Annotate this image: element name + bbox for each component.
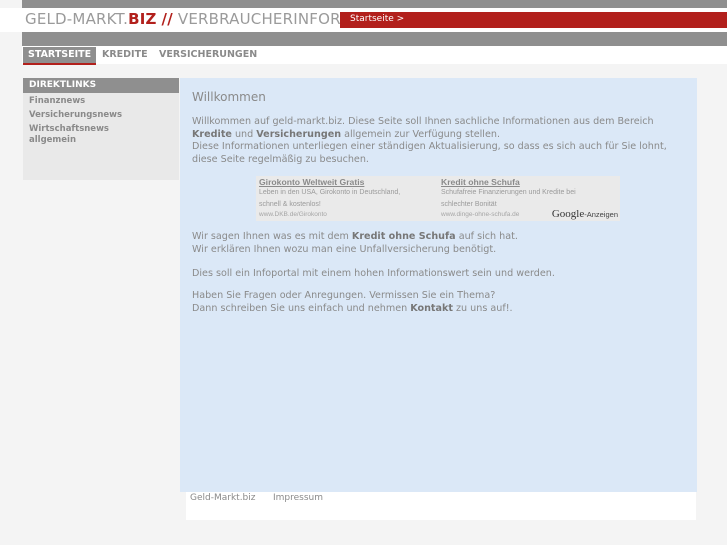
versicherungen-link[interactable]: Versicherungen [256, 129, 341, 140]
google-ads-box: Girokonto Weltweit Gratis Leben in den U… [256, 176, 620, 221]
footer: Geld-Markt.biz Impressum [186, 492, 696, 520]
p2-line-1-pre: Wir sagen Ihnen was es mit dem [192, 231, 352, 242]
top-gray-band [22, 0, 727, 8]
paragraph-4: Haben Sie Fragen oder Anregungen. Vermis… [192, 290, 513, 315]
sidebar: DIREKTLINKS Finanznews Versicherungsnews… [23, 78, 179, 180]
intro-line-3: Diese Informationen unterliegen einer st… [192, 141, 667, 153]
main-nav: STARTSEITE KREDITE VERSICHERUNGEN [22, 46, 727, 65]
main-content: Willkommen Willkommen auf geld-markt.biz… [180, 78, 697, 492]
startseite-link[interactable]: Startseite > [350, 14, 404, 24]
intro-und: und [231, 128, 257, 140]
p4-line-1: Haben Sie Fragen oder Anregungen. Vermis… [192, 290, 496, 301]
footer-link-geld-markt[interactable]: Geld-Markt.biz [190, 493, 256, 503]
ad-text: Leben in den USA, Girokonto in Deutschla… [259, 189, 401, 196]
intro-line-2-rest: allgemein zur Verfügung stellen. [341, 128, 500, 140]
ad-text: Schufafreie Finanzierungen und Kredite b… [441, 189, 576, 196]
intro-line-1: Willkommen auf geld-markt.biz. Diese Sei… [192, 116, 654, 127]
footer-link-impressum[interactable]: Impressum [273, 493, 323, 503]
p2-line-2: Wir erklären Ihnen wozu man eine Unfallv… [192, 243, 497, 255]
google-ads-suffix: -Anzeigen [584, 210, 618, 219]
p4-line-2-post: zu uns auf!. [452, 302, 513, 314]
page-title: Willkommen [192, 90, 266, 104]
sidebar-item-finanznews[interactable]: Finanznews [23, 96, 179, 107]
header: GELD-MARKT.BIZ // VERBRAUCHERINFORMATION… [0, 8, 727, 32]
sidebar-item-versicherungsnews[interactable]: Versicherungsnews [23, 110, 179, 121]
sidebar-item-wirtschaftsnews[interactable]: Wirtschaftsnews allgemein [23, 124, 113, 146]
ad-text: schnell & kostenlos! [259, 201, 321, 208]
logo-biz: BIZ [128, 10, 157, 28]
p4-line-2-pre: Dann schreiben Sie uns einfach und nehme… [192, 302, 411, 314]
intro-line-4: diese Seite regelmäßig zu besuchen. [192, 153, 369, 165]
nav-startseite[interactable]: STARTSEITE [23, 47, 97, 65]
kredite-link[interactable]: Kredite [192, 129, 232, 140]
sidebar-heading: DIREKTLINKS [23, 78, 179, 93]
logo-separator: // [161, 10, 173, 28]
header-red-bar: Startseite > [340, 12, 727, 28]
p2-line-1-post: auf sich hat. [455, 231, 518, 242]
ad-girokonto[interactable]: Girokonto Weltweit Gratis Leben in den U… [259, 176, 439, 221]
nav-kredite[interactable]: KREDITE [102, 49, 148, 60]
kontakt-link[interactable]: Kontakt [410, 303, 453, 314]
logo-main: GELD-MARKT. [25, 10, 129, 28]
paragraph-2: Wir sagen Ihnen was es mit dem Kredit oh… [192, 231, 518, 256]
ad-title[interactable]: Girokonto Weltweit Gratis [259, 177, 439, 187]
ad-url[interactable]: www.DKB.de/Girokonto [259, 211, 439, 221]
google-ads-label[interactable]: Google-Anzeigen [549, 208, 618, 220]
intro-paragraph: Willkommen auf geld-markt.biz. Diese Sei… [192, 116, 667, 166]
kredit-ohne-schufa-link[interactable]: Kredit ohne Schufa [352, 231, 456, 242]
ad-title[interactable]: Kredit ohne Schufa [441, 177, 619, 187]
nav-gray-band [22, 32, 727, 46]
google-brand: Google [551, 208, 585, 220]
nav-versicherungen[interactable]: VERSICHERUNGEN [159, 49, 257, 60]
paragraph-3: Dies soll ein Infoportal mit einem hohen… [192, 268, 555, 279]
